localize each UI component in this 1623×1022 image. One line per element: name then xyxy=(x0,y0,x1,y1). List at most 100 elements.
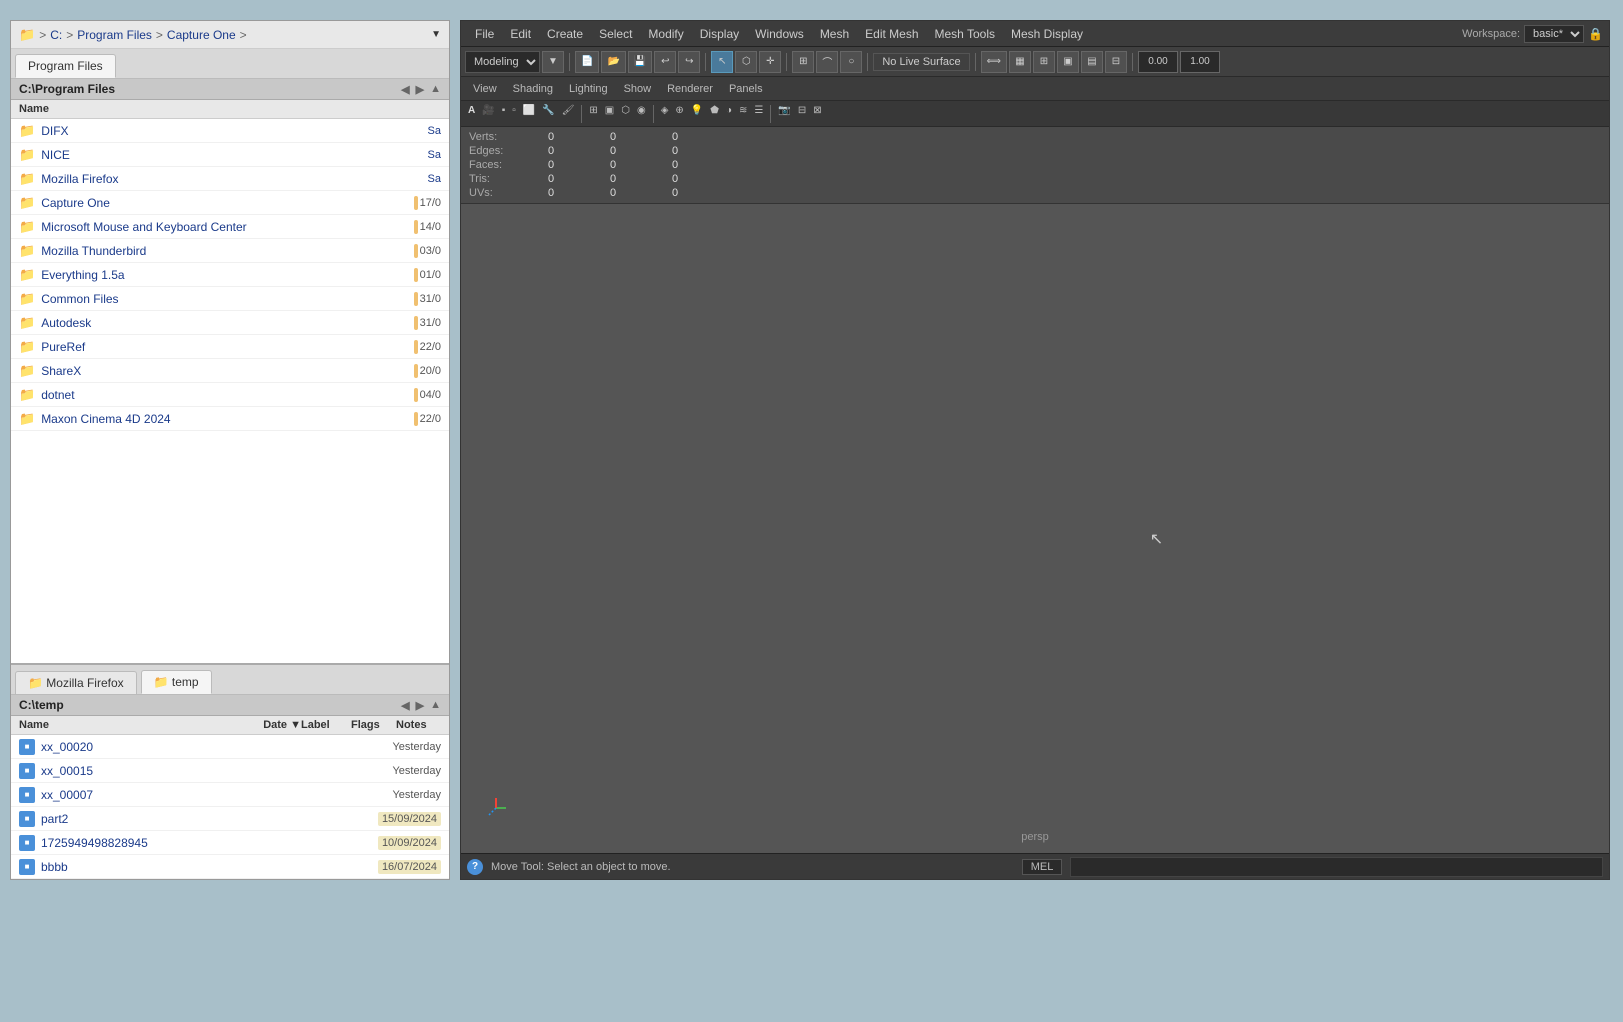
save-btn[interactable]: 💾 xyxy=(628,51,652,73)
list-item[interactable]: 📁 dotnet 04/0 xyxy=(11,383,449,407)
list-item[interactable]: 📁 NICE Sa xyxy=(11,143,449,167)
menu-mesh-display[interactable]: Mesh Display xyxy=(1003,25,1091,43)
menu-mesh-tools[interactable]: Mesh Tools xyxy=(927,25,1003,43)
vp-btn-mode1[interactable]: ▪ xyxy=(499,104,509,124)
list-item[interactable]: 📁 PureRef 22/0 xyxy=(11,335,449,359)
snap-curve-btn[interactable]: ⌒ xyxy=(816,51,838,73)
nav-back-btn[interactable]: ◀ xyxy=(401,83,409,96)
vp-btn-fit[interactable]: ⊠ xyxy=(810,104,824,124)
breadcrumb-program-files[interactable]: Program Files xyxy=(77,28,152,42)
lower-col-name[interactable]: Name xyxy=(19,719,221,731)
vp-btn-xray[interactable]: ◉ xyxy=(634,104,649,124)
vp-btn-grid[interactable]: ⊞ xyxy=(586,104,600,124)
list-item[interactable]: 📁 DIFX Sa xyxy=(11,119,449,143)
menu-create[interactable]: Create xyxy=(539,25,591,43)
vp-btn-wire[interactable]: ⬡ xyxy=(618,104,633,124)
nav-forward-btn[interactable]: ▶ xyxy=(416,83,424,96)
move-btn[interactable]: ✛ xyxy=(759,51,781,73)
list-item[interactable]: ■ bbbb 16/07/2024 xyxy=(11,855,449,879)
tb2[interactable]: ⊞ xyxy=(1033,51,1055,73)
toolbar-dropdown-btn[interactable]: ▼ xyxy=(542,51,564,73)
vp-menu-renderer[interactable]: Renderer xyxy=(659,81,721,97)
list-item[interactable]: ■ xx_00007 Yesterday xyxy=(11,783,449,807)
viewport-3d[interactable]: persp ↖ xyxy=(461,204,1609,853)
menu-edit[interactable]: Edit xyxy=(502,25,539,43)
new-scene-btn[interactable]: 📄 xyxy=(575,51,599,73)
list-item[interactable]: 📁 Mozilla Firefox Sa xyxy=(11,167,449,191)
vp-btn-motion[interactable]: ≋ xyxy=(736,104,750,124)
open-btn[interactable]: 📂 xyxy=(601,51,625,73)
vp-menu-panels[interactable]: Panels xyxy=(721,81,771,97)
list-item[interactable]: ■ xx_00020 Yesterday xyxy=(11,735,449,759)
lower-col-label[interactable]: Label xyxy=(301,719,351,731)
vp-btn-paint[interactable]: 🖌 xyxy=(559,104,578,124)
lower-col-date[interactable]: Date ▼ xyxy=(221,719,301,731)
menu-file[interactable]: File xyxy=(467,25,502,43)
redo-btn[interactable]: ↪ xyxy=(678,51,700,73)
vp-menu-shading[interactable]: Shading xyxy=(505,81,561,97)
list-item[interactable]: 📁 Maxon Cinema 4D 2024 22/0 xyxy=(11,407,449,431)
vp-btn-mode2[interactable]: ▫ xyxy=(509,104,519,124)
list-item[interactable]: 📁 ShareX 20/0 xyxy=(11,359,449,383)
menu-display[interactable]: Display xyxy=(692,25,747,43)
lower-nav-forward[interactable]: ▶ xyxy=(416,699,424,712)
vp-btn-mode3[interactable]: ⬜ xyxy=(520,104,538,124)
mel-input[interactable] xyxy=(1070,857,1603,877)
vp-btn-ao[interactable]: ◑ xyxy=(723,104,735,124)
file-badge: 22/0 xyxy=(414,340,441,354)
list-item[interactable]: 📁 Mozilla Thunderbird 03/0 xyxy=(11,239,449,263)
vp-menu-view[interactable]: View xyxy=(465,81,505,97)
vp-btn-cam2[interactable]: 📷 xyxy=(775,104,793,124)
vp-btn-hud[interactable]: ☰ xyxy=(751,104,766,124)
tab-program-files[interactable]: Program Files xyxy=(15,54,116,78)
lower-nav-back[interactable]: ◀ xyxy=(401,699,409,712)
vp-menu-show[interactable]: Show xyxy=(616,81,660,97)
tab-temp[interactable]: 📁 temp xyxy=(141,670,212,694)
lasso-btn[interactable]: ⬡ xyxy=(735,51,757,73)
select-tool-btn[interactable]: ↖ xyxy=(711,51,733,73)
workspace-select[interactable]: basic* xyxy=(1524,25,1584,43)
mode-select[interactable]: Modeling xyxy=(465,51,540,73)
tb4[interactable]: ▤ xyxy=(1081,51,1103,73)
menu-edit-mesh[interactable]: Edit Mesh xyxy=(857,25,926,43)
nav-up-btn[interactable]: ▲ xyxy=(430,83,441,96)
menu-mesh[interactable]: Mesh xyxy=(812,25,857,43)
menu-windows[interactable]: Windows xyxy=(747,25,812,43)
vp-btn-snap[interactable]: 🔧 xyxy=(539,104,557,124)
menu-select[interactable]: Select xyxy=(591,25,640,43)
tb1[interactable]: ▦ xyxy=(1009,51,1031,73)
mel-button[interactable]: MEL xyxy=(1022,859,1063,875)
vp-btn-layout[interactable]: ⊟ xyxy=(795,104,809,124)
list-item[interactable]: ■ 1725949498828945 10/09/2024 xyxy=(11,831,449,855)
undo-btn[interactable]: ↩ xyxy=(654,51,676,73)
vp-btn-a[interactable]: A xyxy=(465,104,478,124)
snap-point-btn[interactable]: ○ xyxy=(840,51,862,73)
lower-col-notes[interactable]: Notes xyxy=(396,719,441,731)
snap-grid-btn[interactable]: ⊞ xyxy=(792,51,814,73)
list-item[interactable]: 📁 Microsoft Mouse and Keyboard Center 14… xyxy=(11,215,449,239)
lower-col-flags[interactable]: Flags xyxy=(351,719,396,731)
vp-btn-cam[interactable]: 🎥 xyxy=(479,104,497,124)
vp-btn-shadows[interactable]: ⬟ xyxy=(707,104,722,124)
list-item[interactable]: 📁 Common Files 31/0 xyxy=(11,287,449,311)
symmetry-btn[interactable]: ⟺ xyxy=(981,51,1007,73)
vp-btn-shaded[interactable]: ▣ xyxy=(602,104,617,124)
breadcrumb-c[interactable]: C: xyxy=(50,28,62,42)
col-name-header[interactable]: Name xyxy=(19,103,441,115)
tb3[interactable]: ▣ xyxy=(1057,51,1079,73)
list-item[interactable]: ■ part2 15/09/2024 xyxy=(11,807,449,831)
vp-btn-isolate[interactable]: ◈ xyxy=(658,104,672,124)
vp-btn-select-manip[interactable]: ⊕ xyxy=(672,104,686,124)
list-item[interactable]: ■ xx_00015 Yesterday xyxy=(11,759,449,783)
breadcrumb-capture-one[interactable]: Capture One xyxy=(167,28,236,42)
list-item[interactable]: 📁 Autodesk 31/0 xyxy=(11,311,449,335)
lower-nav-up[interactable]: ▲ xyxy=(430,699,441,712)
tab-mozilla-firefox[interactable]: 📁 Mozilla Firefox xyxy=(15,671,137,694)
vp-menu-lighting[interactable]: Lighting xyxy=(561,81,616,97)
vp-btn-lights[interactable]: 💡 xyxy=(688,104,706,124)
breadcrumb-dropdown[interactable]: ▼ xyxy=(431,29,441,40)
tb5[interactable]: ⊟ xyxy=(1105,51,1127,73)
list-item[interactable]: 📁 Capture One 17/0 xyxy=(11,191,449,215)
menu-modify[interactable]: Modify xyxy=(640,25,691,43)
list-item[interactable]: 📁 Everything 1.5a 01/0 xyxy=(11,263,449,287)
